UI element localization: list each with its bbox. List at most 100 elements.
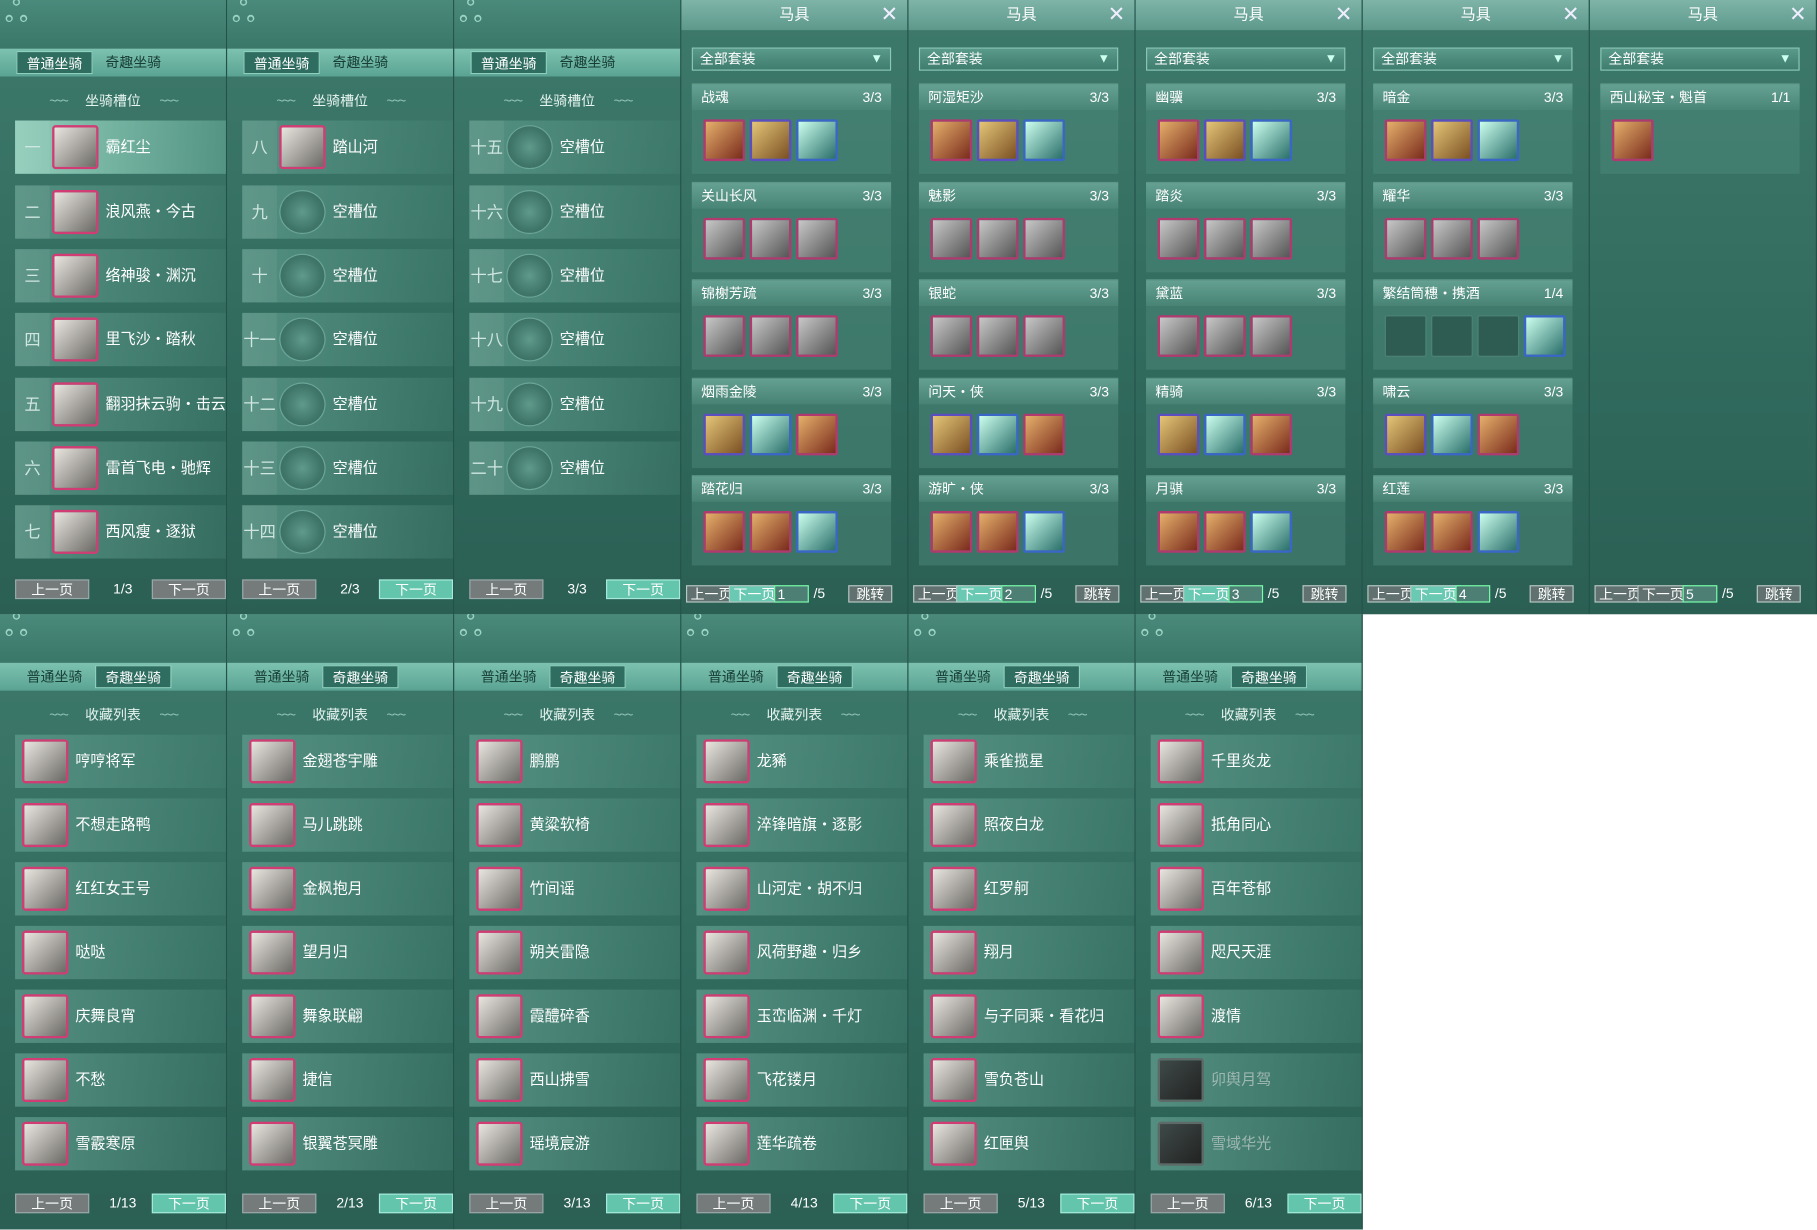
mount-slot-row[interactable]: 九 空槽位 (242, 185, 454, 239)
gear-item-icon[interactable] (796, 315, 838, 357)
gear-set[interactable]: 繁结筒穗・携酒 1/4 (1373, 279, 1573, 370)
prev-page-button[interactable]: 上一页 (242, 1193, 317, 1214)
gear-item-icon[interactable] (749, 511, 792, 553)
tab-special-mounts[interactable]: 奇趣坐骑 (776, 665, 853, 689)
gear-item-icon[interactable] (1431, 413, 1473, 456)
tab-special-mounts[interactable]: 奇趣坐骑 (549, 665, 626, 689)
mount-slot-row[interactable]: 十九 空槽位 (469, 377, 681, 432)
mount-slot-row[interactable]: 七 西风瘦・逐狱 (15, 505, 226, 559)
gear-set[interactable]: 踏炎 3/3 (1146, 181, 1346, 273)
gear-item-icon[interactable] (976, 119, 1019, 162)
gear-set[interactable]: 暗金 3/3 (1373, 83, 1573, 174)
favorite-mount-row[interactable]: 黄粱软椅 (469, 798, 681, 852)
jump-button[interactable]: 跳转 (1075, 585, 1120, 603)
gear-set[interactable]: 踏花归 3/3 (691, 475, 892, 566)
prev-page-button[interactable]: 上一页 (242, 579, 317, 600)
gear-item-icon[interactable] (930, 217, 973, 260)
set-filter-dropdown[interactable]: 全部套装 ▼ (1600, 47, 1800, 71)
favorite-mount-row[interactable]: 红匣舆 (923, 1117, 1135, 1171)
mount-slot-row[interactable]: 十七 空槽位 (469, 249, 681, 303)
gear-item-icon[interactable] (976, 217, 1019, 260)
next-page-button[interactable]: 下一页 (1060, 1193, 1135, 1214)
jump-button[interactable]: 跳转 (1302, 585, 1347, 603)
gear-item-icon[interactable] (930, 413, 973, 456)
gear-item-icon[interactable] (1023, 413, 1065, 456)
next-page-button[interactable]: 下一页 (378, 1193, 454, 1214)
gear-item-icon[interactable] (1157, 511, 1200, 553)
prev-page-button[interactable]: 上一页 (923, 1193, 998, 1214)
tab-normal-mounts[interactable]: 普通坐骑 (925, 665, 1001, 688)
gear-item-icon[interactable] (1023, 315, 1065, 357)
jump-button[interactable]: 跳转 (848, 585, 893, 603)
gear-item-icon[interactable] (796, 217, 838, 260)
mount-slot-row[interactable]: 十五 空槽位 (469, 120, 681, 174)
gear-set[interactable]: 问天・侠 3/3 (918, 377, 1119, 469)
set-filter-dropdown[interactable]: 全部套装 ▼ (691, 47, 892, 71)
favorite-mount-row[interactable]: 望月归 (242, 925, 454, 980)
favorite-mount-row[interactable]: 淬锋暗旗・逐影 (696, 798, 908, 852)
gear-item-icon[interactable] (1523, 315, 1566, 357)
gear-item-icon[interactable] (703, 217, 746, 260)
gear-item-icon[interactable] (703, 119, 746, 162)
gear-set[interactable]: 西山秘宝・魁首 1/1 (1600, 83, 1800, 174)
gear-set[interactable]: 银蛇 3/3 (918, 279, 1119, 370)
gear-set[interactable]: 月骐 3/3 (1146, 475, 1346, 566)
close-icon[interactable]: ✕ (881, 2, 898, 25)
favorite-mount-row[interactable]: 玉峦临渊・千灯 (696, 989, 908, 1043)
gear-set[interactable]: 耀华 3/3 (1373, 181, 1573, 273)
tab-normal-mounts[interactable]: 普通坐骑 (243, 50, 320, 75)
prev-page-button[interactable]: 上一页 (15, 1193, 90, 1214)
gear-item-icon[interactable] (1431, 511, 1473, 553)
set-filter-dropdown[interactable]: 全部套装 ▼ (1373, 47, 1573, 71)
gear-item-icon[interactable] (796, 119, 838, 162)
favorite-mount-row[interactable]: 咫尺天涯 (1150, 925, 1362, 980)
gear-item-icon[interactable] (1023, 511, 1065, 553)
next-page-button[interactable]: 下一页 (833, 1193, 908, 1214)
next-page-button[interactable]: 下一页 (378, 579, 454, 600)
favorite-mount-row[interactable]: 雪霰寒原 (15, 1117, 226, 1171)
set-filter-dropdown[interactable]: 全部套装 ▼ (1146, 47, 1346, 71)
mount-slot-row[interactable]: 十六 空槽位 (469, 185, 681, 239)
favorite-mount-row[interactable]: 卯舆月驾 (1150, 1053, 1362, 1107)
mount-slot-row[interactable]: 十三 空槽位 (242, 441, 454, 495)
mount-slot-row[interactable]: 五 翻羽抹云驹・击云 (15, 377, 226, 432)
favorite-mount-row[interactable]: 哼哼将军 (15, 734, 226, 788)
favorite-mount-row[interactable]: 银翼苍冥雕 (242, 1117, 454, 1171)
gear-item-icon[interactable] (703, 413, 746, 456)
next-page-button[interactable]: 下一页 (606, 579, 681, 600)
gear-set[interactable]: 红莲 3/3 (1373, 475, 1573, 566)
mount-slot-row[interactable]: 十二 空槽位 (242, 377, 454, 432)
gear-item-icon[interactable] (1477, 217, 1520, 260)
mount-slot-row[interactable]: 十四 空槽位 (242, 505, 454, 559)
favorite-mount-row[interactable]: 霞醴碎香 (469, 989, 681, 1043)
prev-page-button[interactable]: 上一页 (469, 1193, 544, 1214)
mount-slot-row[interactable]: 十八 空槽位 (469, 312, 681, 367)
tab-normal-mounts[interactable]: 普通坐骑 (470, 665, 546, 688)
mount-slot-row[interactable]: 四 里飞沙・踏秋 (15, 312, 226, 367)
favorite-mount-row[interactable]: 风荷野趣・归乡 (696, 925, 908, 980)
close-icon[interactable]: ✕ (1108, 2, 1125, 25)
tab-special-mounts[interactable]: 奇趣坐骑 (322, 665, 399, 689)
tab-normal-mounts[interactable]: 普通坐骑 (698, 665, 774, 688)
gear-item-icon[interactable] (1157, 413, 1200, 456)
favorite-mount-row[interactable]: 捷信 (242, 1053, 454, 1107)
gear-item-icon[interactable] (749, 413, 792, 456)
next-page-button[interactable]: 下一页 (151, 1193, 226, 1214)
close-icon[interactable]: ✕ (1562, 2, 1579, 25)
gear-set[interactable]: 锦榭芳疏 3/3 (691, 279, 892, 370)
gear-set[interactable]: 关山长风 3/3 (691, 181, 892, 273)
gear-item-icon[interactable] (1477, 413, 1520, 456)
gear-item-icon[interactable] (1023, 119, 1065, 162)
gear-item-icon[interactable] (1477, 119, 1520, 162)
mount-slot-row[interactable]: 十 空槽位 (242, 249, 454, 303)
next-page-button[interactable]: 下一页 (1287, 1193, 1362, 1214)
close-icon[interactable]: ✕ (1789, 2, 1806, 25)
tab-special-mounts[interactable]: 奇趣坐骑 (549, 51, 625, 74)
gear-set[interactable]: 游旷・侠 3/3 (918, 475, 1119, 566)
gear-set[interactable]: 战魂 3/3 (691, 83, 892, 174)
tab-normal-mounts[interactable]: 普通坐骑 (243, 665, 319, 688)
gear-item-icon[interactable] (1250, 119, 1293, 162)
favorite-mount-row[interactable]: 飞花镂月 (696, 1053, 908, 1107)
gear-item-icon[interactable] (1250, 413, 1293, 456)
gear-item-icon[interactable] (1384, 217, 1427, 260)
